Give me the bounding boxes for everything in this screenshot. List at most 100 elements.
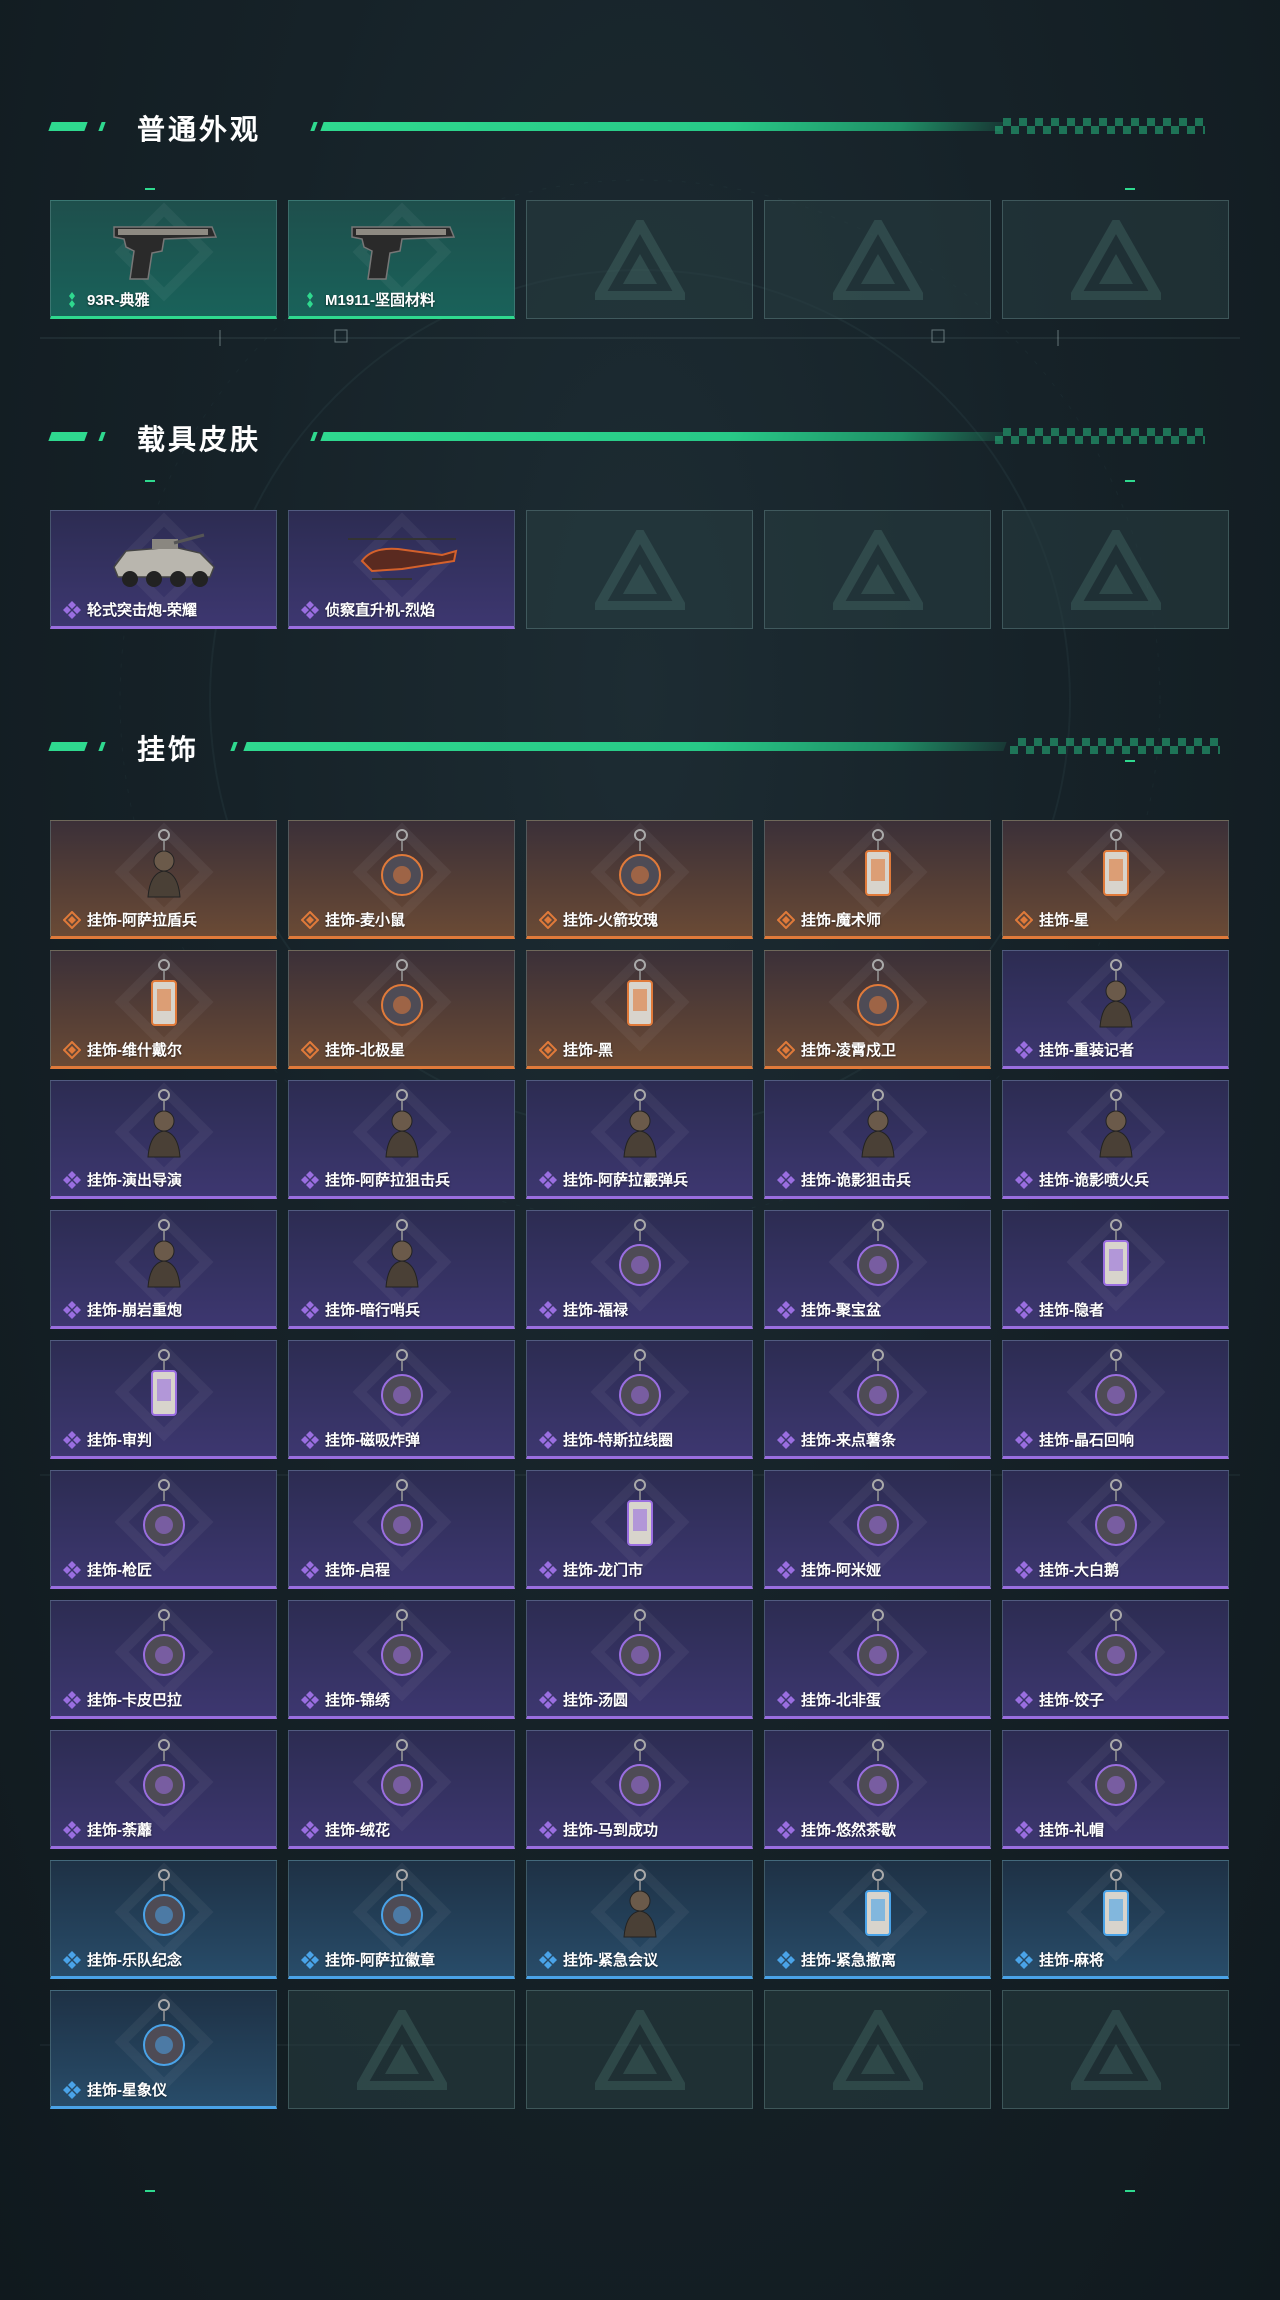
empty-slot	[526, 200, 753, 319]
item-card[interactable]: 挂饰-锦绣	[288, 1600, 515, 1719]
item-card[interactable]: 挂饰-黑	[526, 950, 753, 1069]
item-card[interactable]: 挂饰-演出导演	[50, 1080, 277, 1199]
item-label-row: 挂饰-魔术师	[777, 909, 881, 930]
soldier-charm-icon	[384, 1089, 419, 1158]
item-label-row: 挂饰-黑	[539, 1039, 613, 1060]
item-card[interactable]: 挂饰-审判	[50, 1340, 277, 1459]
item-label-row: 挂饰-麻将	[1015, 1949, 1104, 1970]
item-name: 挂饰-演出导演	[87, 1172, 182, 1189]
item-card[interactable]: 挂饰-阿萨拉盾兵	[50, 820, 277, 939]
item-name: 挂饰-麦小鼠	[325, 912, 405, 929]
item-card[interactable]: 挂饰-紧急会议	[526, 1860, 753, 1979]
rarity-icon	[539, 1040, 557, 1059]
item-card[interactable]: 挂饰-来点薯条	[764, 1340, 991, 1459]
item-name: 挂饰-紧急会议	[563, 1952, 658, 1969]
item-card[interactable]: 挂饰-龙门市	[526, 1470, 753, 1589]
rarity-icon	[539, 1300, 557, 1319]
item-card[interactable]: 挂饰-悠然茶歇	[764, 1730, 991, 1849]
item-card[interactable]: 挂饰-星象仪	[50, 1990, 277, 2109]
item-card[interactable]: 侦察直升机-烈焰	[288, 510, 515, 629]
item-card[interactable]: 挂饰-魔术师	[764, 820, 991, 939]
item-card[interactable]: 挂饰-大白鹅	[1002, 1470, 1229, 1589]
item-card[interactable]: 挂饰-隐者	[1002, 1210, 1229, 1329]
item-card[interactable]: 挂饰-晶石回响	[1002, 1340, 1229, 1459]
item-name: 挂饰-维什戴尔	[87, 1042, 182, 1059]
item-card[interactable]: 挂饰-启程	[288, 1470, 515, 1589]
section-header: 普通外观	[0, 98, 1280, 158]
food-charm-icon	[856, 1609, 899, 1676]
bird-charm-icon	[856, 959, 899, 1026]
item-card[interactable]: 挂饰-北非蛋	[764, 1600, 991, 1719]
item-card[interactable]: 挂饰-饺子	[1002, 1600, 1229, 1719]
item-label-row: 侦察直升机-烈焰	[301, 599, 435, 620]
item-name: 挂饰-荼蘼	[87, 1822, 152, 1839]
flower-charm-icon	[142, 1739, 185, 1806]
item-name: 挂饰-启程	[325, 1562, 390, 1579]
item-name: 挂饰-锦绣	[325, 1692, 390, 1709]
item-card[interactable]: 挂饰-火箭玫瑰	[526, 820, 753, 939]
header-checker-pattern	[995, 118, 1205, 134]
item-card[interactable]: 挂饰-卡皮巴拉	[50, 1600, 277, 1719]
item-label-row: 挂饰-马到成功	[539, 1819, 658, 1840]
item-card[interactable]: 挂饰-绒花	[288, 1730, 515, 1849]
item-label-row: 挂饰-诡影喷火兵	[1015, 1169, 1149, 1190]
rarity-icon	[539, 1950, 557, 1969]
item-card[interactable]: 挂饰-福禄	[526, 1210, 753, 1329]
item-card[interactable]: 挂饰-维什戴尔	[50, 950, 277, 1069]
item-label-row: 挂饰-卡皮巴拉	[63, 1689, 182, 1710]
item-card[interactable]: 轮式突击炮-荣耀	[50, 510, 277, 629]
badge-charm-icon	[142, 1869, 185, 1936]
treasure-bowl-charm-icon	[856, 1219, 899, 1286]
item-card[interactable]: 挂饰-枪匠	[50, 1470, 277, 1589]
item-label-row: 挂饰-晶石回响	[1015, 1429, 1134, 1450]
item-name: 挂饰-枪匠	[87, 1562, 152, 1579]
item-card[interactable]: 挂饰-凌霄戍卫	[764, 950, 991, 1069]
item-name: 挂饰-来点薯条	[801, 1432, 896, 1449]
item-card[interactable]: 挂饰-马到成功	[526, 1730, 753, 1849]
item-card[interactable]: 挂饰-阿萨拉狙击兵	[288, 1080, 515, 1199]
item-card[interactable]: 挂饰-北极星	[288, 950, 515, 1069]
rarity-icon	[777, 1560, 795, 1579]
item-name: 挂饰-马到成功	[563, 1822, 658, 1839]
item-card[interactable]: 挂饰-汤圆	[526, 1600, 753, 1719]
item-card[interactable]: 挂饰-荼蘼	[50, 1730, 277, 1849]
item-card[interactable]: M1911-坚固材料	[288, 200, 515, 319]
item-name: 挂饰-北非蛋	[801, 1692, 881, 1709]
rarity-icon	[1015, 1950, 1033, 1969]
item-card[interactable]: 挂饰-礼帽	[1002, 1730, 1229, 1849]
item-card[interactable]: 挂饰-特斯拉线圈	[526, 1340, 753, 1459]
item-card[interactable]: 挂饰-诡影喷火兵	[1002, 1080, 1229, 1199]
gourd-charm-icon	[618, 1219, 661, 1286]
soldier-charm-icon	[146, 829, 181, 898]
item-name: 挂饰-饺子	[1039, 1692, 1104, 1709]
rarity-icon	[539, 1820, 557, 1839]
item-card[interactable]: 挂饰-麦小鼠	[288, 820, 515, 939]
item-card[interactable]: 挂饰-聚宝盆	[764, 1210, 991, 1329]
item-card[interactable]: 挂饰-麻将	[1002, 1860, 1229, 1979]
star-charm-icon	[380, 959, 423, 1026]
game-logo-icon	[356, 2009, 447, 2090]
card-charm-icon	[1102, 829, 1129, 896]
item-card[interactable]: 93R-典雅	[50, 200, 277, 319]
item-card[interactable]: 挂饰-磁吸炸弹	[288, 1340, 515, 1459]
game-logo-icon	[594, 529, 685, 610]
item-card[interactable]: 挂饰-崩岩重炮	[50, 1210, 277, 1329]
crystal-charm-icon	[1094, 1349, 1137, 1416]
card-charm-icon	[150, 1349, 177, 1416]
rarity-icon	[63, 1040, 81, 1059]
item-card[interactable]: 挂饰-阿米娅	[764, 1470, 991, 1589]
item-card[interactable]: 挂饰-诡影狙击兵	[764, 1080, 991, 1199]
soldier-charm-icon	[622, 1089, 657, 1158]
item-card[interactable]: 挂饰-星	[1002, 820, 1229, 939]
item-card[interactable]: 挂饰-阿萨拉徽章	[288, 1860, 515, 1979]
rarity-icon	[63, 1430, 81, 1449]
item-label-row: 轮式突击炮-荣耀	[63, 599, 197, 620]
item-card[interactable]: 挂饰-暗行哨兵	[288, 1210, 515, 1329]
item-card[interactable]: 挂饰-阿萨拉霰弹兵	[526, 1080, 753, 1199]
item-card[interactable]: 挂饰-紧急撤离	[764, 1860, 991, 1979]
item-card[interactable]: 挂饰-乐队纪念	[50, 1860, 277, 1979]
rarity-icon	[777, 1300, 795, 1319]
item-card[interactable]: 挂饰-重装记者	[1002, 950, 1229, 1069]
item-name: 挂饰-悠然茶歇	[801, 1822, 896, 1839]
item-label-row: 挂饰-阿萨拉霰弹兵	[539, 1169, 688, 1190]
